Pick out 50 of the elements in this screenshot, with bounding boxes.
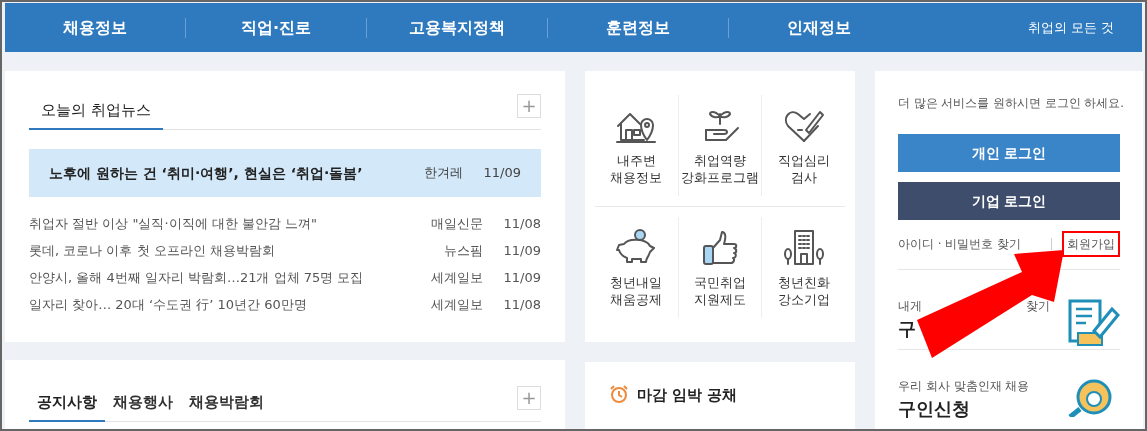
news-date: 11/09 <box>482 164 521 183</box>
news-link[interactable]: 일자리 찾아… 20대 ‘수도권 行’ 10년간 60만명 <box>29 294 413 315</box>
notice-tab[interactable]: 공지사항 <box>29 384 105 422</box>
building-trees-icon <box>781 227 826 268</box>
service-link[interactable]: 청년내일 채움공제 <box>595 217 679 318</box>
news-source: 뉴스핌 <box>443 241 483 260</box>
notice-tab[interactable]: 채용박람회 <box>181 384 272 422</box>
service-label: 청년내일 채움공제 <box>610 273 663 308</box>
promo-subtitle: 우리 회사 맞춤인재 채용 <box>898 378 1030 396</box>
promo-title: 구 <box>898 317 916 342</box>
service-link[interactable]: 내주변 채용정보 <box>595 95 679 196</box>
signup-link[interactable]: 회원가입 <box>1062 231 1120 258</box>
news-date: 11/08 <box>502 214 541 233</box>
news-link[interactable]: 안양시, 올해 4번째 일자리 박람회…21개 업체 75명 모집 <box>29 267 413 288</box>
service-label: 내주변 채용정보 <box>610 151 663 186</box>
service-label: 청년친화 강소기업 <box>777 273 830 308</box>
promo-subtitle: 찾기 <box>1026 298 1050 316</box>
service-link[interactable]: 청년친화 강소기업 <box>762 217 845 318</box>
find-account-link[interactable]: 아이디 · 비밀번호 찾기 <box>898 235 1022 254</box>
news-link[interactable]: 취업자 절반 이상 "실직·이직에 대한 불안감 느껴" <box>29 213 413 234</box>
nav-link[interactable]: 채용정보 <box>5 15 185 40</box>
service-label: 직업심리 검사 <box>777 151 830 186</box>
news-date: 11/09 <box>502 241 541 260</box>
news-source: 세계일보 <box>430 268 483 287</box>
promo-subtitle: 내게 <box>898 298 922 316</box>
promo-title: 구인신청 <box>898 397 970 422</box>
news-date: 11/09 <box>502 268 541 287</box>
service-link[interactable]: 직업심리 검사 <box>762 95 845 196</box>
news-tab[interactable]: 오늘의 취업뉴스 <box>29 93 163 130</box>
nav-link[interactable]: 인재정보 <box>729 15 909 40</box>
news-date: 11/08 <box>502 295 541 314</box>
alarm-clock-icon <box>609 384 629 404</box>
notice-tab[interactable]: 채용행사 <box>105 384 181 422</box>
nav-link[interactable]: 훈련정보 <box>548 15 728 40</box>
news-source: 세계일보 <box>430 295 483 314</box>
deadline-title: 마감 임박 공채 <box>637 385 738 406</box>
login-button[interactable]: 기업 로그인 <box>898 182 1120 221</box>
nav-link[interactable]: 직업·진로 <box>186 15 366 40</box>
news-source: 매일신문 <box>430 214 483 233</box>
login-button[interactable]: 개인 로그인 <box>898 134 1120 173</box>
tagline-link[interactable]: 취업의 모든 것 <box>1027 17 1142 38</box>
nav-link[interactable]: 고용복지정책 <box>367 15 547 40</box>
headline-row[interactable]: 노후에 원하는 건 ‘취미·여행’, 현실은 ‘취업·돌봄’ 한겨레 11/09 <box>29 149 541 197</box>
headline-title: 노후에 원하는 건 ‘취미·여행’, 현실은 ‘취업·돌봄’ <box>49 163 364 183</box>
service-link[interactable]: 취업역량 강화프로그램 <box>678 95 763 196</box>
news-source: 한겨레 <box>423 164 463 183</box>
service-link[interactable]: 국민취업 지원제도 <box>678 217 763 318</box>
service-label: 국민취업 지원제도 <box>694 273 746 308</box>
news-link[interactable]: 롯데, 코로나 이후 첫 오프라인 채용박람회 <box>29 240 413 261</box>
service-label: 취업역량 강화프로그램 <box>681 151 759 186</box>
